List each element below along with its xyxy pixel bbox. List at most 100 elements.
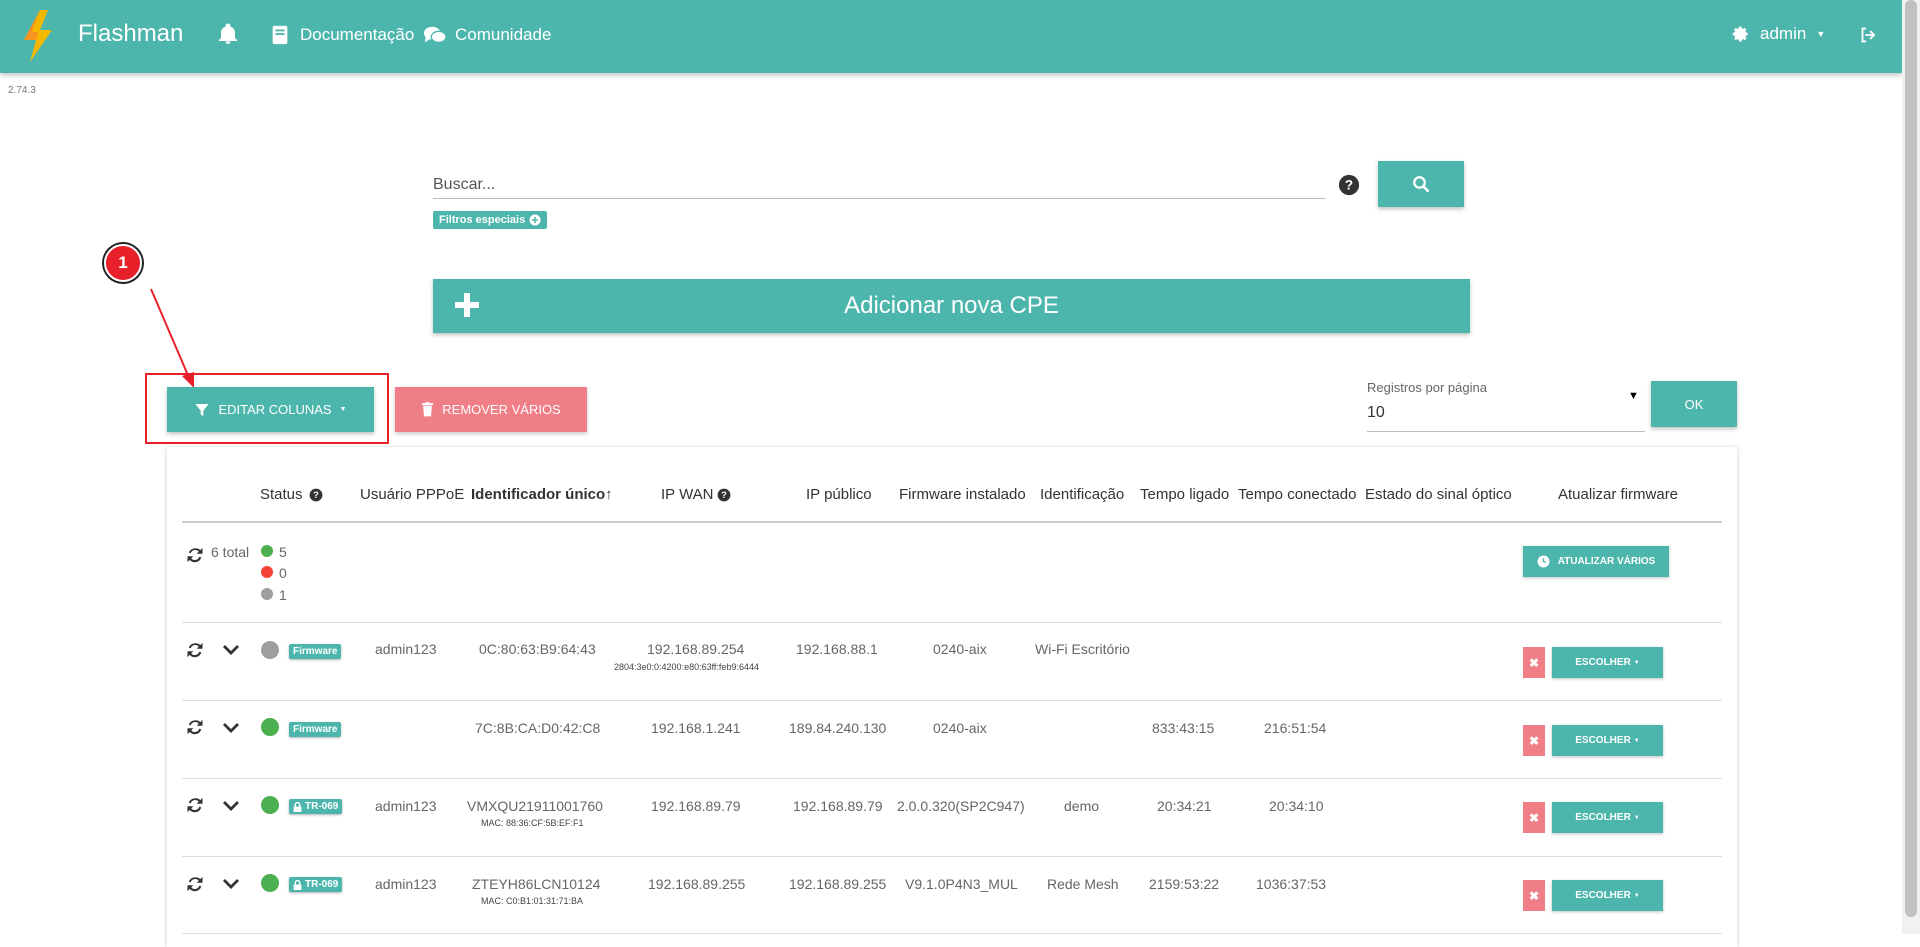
search-field[interactable] bbox=[433, 172, 1326, 199]
sync-icon[interactable] bbox=[185, 874, 205, 894]
connected-time-cell: 216:51:54 bbox=[1264, 720, 1327, 736]
public-ip-cell: 192.168.89.255 bbox=[789, 876, 887, 892]
mac-address-cell: MAC: C0:B1:01:31:71:BA bbox=[481, 896, 584, 906]
cancel-update-button[interactable]: ✖ bbox=[1523, 725, 1545, 756]
col-header-identification[interactable]: Identificação bbox=[1040, 486, 1124, 503]
choose-firmware-button[interactable]: ESCOLHER ▼ bbox=[1552, 725, 1663, 756]
sync-icon[interactable] bbox=[185, 640, 205, 660]
row-divider bbox=[182, 778, 1722, 779]
choose-firmware-label: ESCOLHER bbox=[1575, 890, 1631, 901]
col-header-ip-wan[interactable]: IP WAN bbox=[661, 486, 714, 503]
sync-all-icon[interactable] bbox=[185, 545, 205, 565]
unique-id-cell: 7C:8B:CA:D0:42:C8 bbox=[475, 720, 601, 736]
col-header-status-label: Status bbox=[260, 486, 303, 503]
firmware-cell: 0240-aix bbox=[933, 641, 987, 657]
nav-docs-link[interactable]: Documentação bbox=[268, 24, 414, 46]
uptime-cell: 833:43:15 bbox=[1152, 720, 1215, 736]
edit-columns-label: EDITAR COLUNAS bbox=[218, 402, 332, 417]
remove-many-button[interactable]: REMOVER VÁRIOS bbox=[395, 387, 587, 432]
records-per-page-label: Registros por página bbox=[1367, 380, 1487, 395]
cancel-update-button[interactable]: ✖ bbox=[1523, 802, 1545, 833]
col-header-pppoe-user[interactable]: Usuário PPPoE bbox=[360, 486, 464, 503]
public-ip-cell: 192.168.88.1 bbox=[796, 641, 878, 657]
col-header-firmware[interactable]: Firmware instalado bbox=[899, 486, 1026, 503]
choose-firmware-button[interactable]: ESCOLHER ▼ bbox=[1552, 802, 1663, 833]
search-input[interactable] bbox=[433, 172, 1326, 198]
edit-columns-button[interactable]: EDITAR COLUNAS ▼ bbox=[167, 387, 374, 432]
choose-firmware-label: ESCOLHER bbox=[1575, 735, 1631, 746]
lock-icon bbox=[293, 801, 302, 812]
lock-icon bbox=[293, 879, 302, 890]
table-header-divider bbox=[182, 521, 1722, 523]
add-cpe-button[interactable]: Adicionar nova CPE bbox=[433, 279, 1470, 333]
firmware-tag: Firmware bbox=[289, 722, 342, 737]
bell-icon[interactable] bbox=[216, 22, 240, 46]
app-version: 2.74.3 bbox=[8, 85, 36, 96]
pppoe-user-cell: admin123 bbox=[375, 641, 437, 657]
device-status-dot bbox=[261, 641, 279, 659]
caret-down-icon: ▼ bbox=[1816, 29, 1826, 39]
choose-firmware-button[interactable]: ESCOLHER ▼ bbox=[1552, 880, 1663, 911]
col-header-optical-signal[interactable]: Estado do sinal óptico bbox=[1365, 486, 1512, 503]
row-divider bbox=[182, 856, 1722, 857]
col-header-status[interactable]: Status bbox=[260, 486, 303, 503]
ip-wan-help-icon[interactable]: ? bbox=[717, 488, 731, 502]
device-status-dot bbox=[261, 718, 279, 736]
sync-icon[interactable] bbox=[185, 795, 205, 815]
nav-community-link[interactable]: Comunidade bbox=[423, 24, 551, 46]
firmware-tag: Firmware bbox=[289, 644, 342, 659]
col-header-unique-id[interactable]: Identificador único↑ bbox=[471, 486, 613, 503]
trash-icon bbox=[422, 402, 434, 417]
choose-firmware-label: ESCOLHER bbox=[1575, 657, 1631, 668]
search-button[interactable] bbox=[1378, 161, 1464, 207]
sync-icon[interactable] bbox=[185, 717, 205, 737]
top-navbar: Flashman Documentação Comunidade admin ▼ bbox=[0, 0, 1902, 73]
firmware-cell: V9.1.0P4N3_MUL bbox=[905, 876, 1018, 892]
svg-text:?: ? bbox=[721, 490, 727, 500]
col-header-uptime[interactable]: Tempo ligado bbox=[1140, 486, 1229, 503]
col-header-connected-time[interactable]: Tempo conectado bbox=[1238, 486, 1356, 503]
update-many-button[interactable]: ATUALIZAR VÁRIOS bbox=[1523, 546, 1669, 577]
search-help-icon[interactable]: ? bbox=[1338, 174, 1360, 196]
svg-text:?: ? bbox=[313, 490, 319, 500]
svg-text:?: ? bbox=[1345, 178, 1353, 193]
caret-down-icon: ▼ bbox=[339, 406, 347, 413]
flashman-logo-icon[interactable] bbox=[20, 10, 56, 62]
caret-down-icon: ▼ bbox=[1633, 659, 1640, 666]
user-menu[interactable]: admin ▼ bbox=[1732, 24, 1825, 44]
row-divider bbox=[182, 700, 1722, 701]
chevron-down-icon[interactable] bbox=[222, 721, 240, 735]
ok-button[interactable]: OK bbox=[1651, 381, 1737, 427]
logout-icon[interactable] bbox=[1857, 24, 1879, 46]
choose-firmware-button[interactable]: ESCOLHER ▼ bbox=[1552, 647, 1663, 678]
unique-id-cell: ZTEYH86LCN10124 bbox=[472, 876, 601, 892]
book-icon bbox=[272, 25, 288, 45]
remove-many-label: REMOVER VÁRIOS bbox=[442, 402, 561, 417]
chevron-down-icon[interactable] bbox=[222, 799, 240, 813]
search-icon bbox=[1413, 176, 1430, 193]
special-filters-chip[interactable]: Filtros especiais bbox=[433, 211, 548, 229]
chevron-down-icon[interactable] bbox=[222, 643, 240, 657]
device-status-dot bbox=[261, 874, 279, 892]
select-caret-icon[interactable]: ▼ bbox=[1628, 390, 1639, 402]
ip-wan-cell: 192.168.89.255 bbox=[648, 876, 746, 892]
plus-circle-icon bbox=[529, 214, 541, 226]
tr069-tag: TR-069 bbox=[289, 799, 343, 814]
uptime-cell: 2159:53:22 bbox=[1149, 876, 1220, 892]
device-status-dot bbox=[261, 796, 279, 814]
records-per-page-select[interactable]: 10 bbox=[1367, 400, 1645, 432]
tr069-tag-label: TR-069 bbox=[305, 879, 339, 890]
firmware-cell: 0240-aix bbox=[933, 720, 987, 736]
annotation-step-marker: 1 bbox=[104, 244, 142, 282]
status-help-icon[interactable]: ? bbox=[309, 488, 323, 502]
caret-down-icon: ▼ bbox=[1633, 814, 1640, 821]
user-name: admin bbox=[1760, 24, 1807, 43]
cancel-update-button[interactable]: ✖ bbox=[1523, 880, 1545, 911]
chevron-down-icon[interactable] bbox=[222, 877, 240, 891]
cancel-update-button[interactable]: ✖ bbox=[1523, 647, 1545, 678]
page-scrollbar-thumb[interactable] bbox=[1905, 0, 1917, 917]
app-title[interactable]: Flashman bbox=[78, 20, 183, 48]
col-header-public-ip[interactable]: IP público bbox=[806, 486, 872, 503]
uptime-cell: 20:34:21 bbox=[1157, 798, 1212, 814]
connected-time-cell: 1036:37:53 bbox=[1256, 876, 1327, 892]
